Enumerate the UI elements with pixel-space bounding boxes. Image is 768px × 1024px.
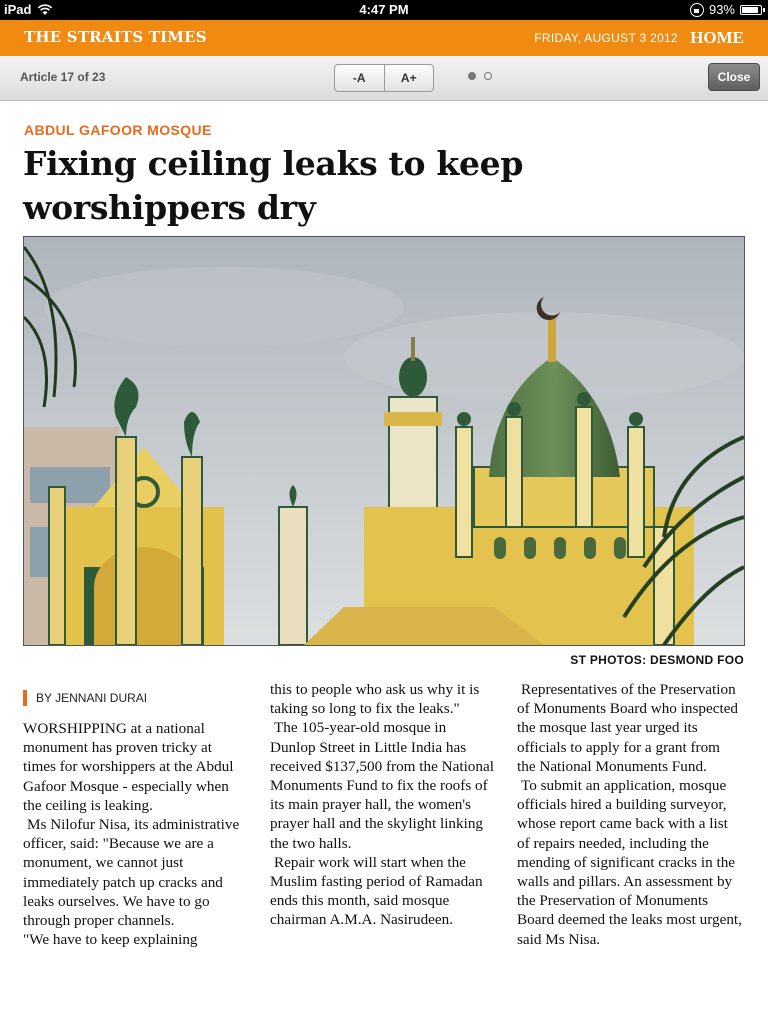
photo-credit: ST PHOTOS: DESMOND FOO: [570, 653, 744, 667]
paragraph: this to people who ask us why it is taki…: [270, 681, 480, 718]
clock: 4:47 PM: [359, 2, 409, 17]
article-column-1: WORSHIPPING at a national monument has p…: [23, 719, 248, 949]
battery-icon: [740, 4, 765, 15]
page-indicator[interactable]: [468, 72, 492, 80]
edition-date: FRIDAY, AUGUST 3 2012: [534, 31, 678, 45]
paragraph: To submit an application, mosque officia…: [517, 777, 742, 948]
decrease-font-button[interactable]: -A: [335, 65, 384, 91]
article-column-2: this to people who ask us why it is taki…: [270, 680, 495, 930]
article-headline: Fixing ceiling leaks to keep worshippers…: [23, 144, 524, 227]
page-dot-active[interactable]: [468, 72, 476, 80]
article-photo: [23, 236, 745, 646]
paragraph: Repair work will start when the Muslim f…: [270, 853, 483, 929]
paragraph: Representatives of the Preservation of M…: [517, 681, 739, 775]
paragraph: The 105-year-old mosque in Dunlop Street…: [270, 719, 494, 852]
masthead-bar: THE STRAITS TIMES FRIDAY, AUGUST 3 2012 …: [0, 20, 768, 56]
byline: BY JENNANI DURAI: [23, 690, 147, 706]
font-size-control: -A A+: [334, 64, 434, 92]
paragraph: WORSHIPPING at a national monument has p…: [23, 720, 234, 814]
article-toolbar: Article 17 of 23 -A A+ Close: [0, 56, 768, 101]
close-button[interactable]: Close: [708, 63, 760, 91]
paragraph: "We have to keep explaining: [23, 931, 198, 949]
rotation-lock-icon: [689, 2, 704, 17]
mosque-photo-illustration: [24, 237, 744, 645]
publication-logo[interactable]: THE STRAITS TIMES: [24, 28, 207, 46]
paragraph: Ms Nilofur Nisa, its administrative offi…: [23, 816, 240, 930]
increase-font-button[interactable]: A+: [383, 65, 434, 91]
home-link[interactable]: HOME: [690, 28, 744, 48]
article-counter: Article 17 of 23: [20, 70, 106, 84]
article-kicker: ABDUL GAFOOR MOSQUE: [24, 122, 212, 138]
page-dot-inactive[interactable]: [484, 72, 492, 80]
article-column-3: Representatives of the Preservation of M…: [517, 680, 742, 949]
battery-percent: 93%: [708, 2, 735, 17]
status-bar: iPad 4:47 PM 93%: [0, 0, 768, 20]
